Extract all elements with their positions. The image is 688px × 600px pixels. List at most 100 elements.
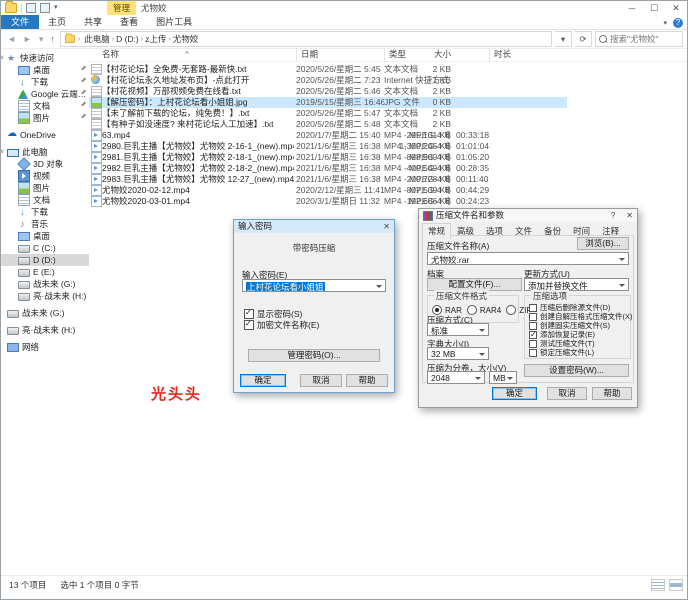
minimize-button[interactable]: ─	[621, 1, 643, 15]
sidebar-item[interactable]: 3D 对象	[1, 158, 89, 170]
file-size: 1 KB	[387, 75, 451, 86]
file-row[interactable]: 【村花视频】万部视频免费在线看.txt 2020/5/26/星期二 5:46 文…	[89, 86, 567, 97]
file-row[interactable]: 【未了解前下载的论坛，纯免费！】.txt 2020/5/26/星期二 5:47 …	[89, 108, 567, 119]
file-date: 2021/1/6/星期三 16:38	[296, 152, 384, 163]
sidebar-item[interactable]: 亮·战未来 (H:)	[1, 324, 89, 336]
maximize-button[interactable]: ☐	[643, 1, 665, 15]
ribbon-tab[interactable]: 图片工具	[147, 15, 201, 29]
dialog-button[interactable]: 取消	[300, 374, 342, 387]
refresh-icon[interactable]: ⟳	[575, 31, 592, 47]
items-count: 13 个项目	[9, 579, 46, 591]
search-box[interactable]: 搜索"尤物姣"	[595, 31, 683, 47]
sidebar-item[interactable]: C (C:)	[1, 242, 89, 254]
dialog-button[interactable]: 确定	[492, 387, 537, 400]
address-box[interactable]: › 此电脑›D (D:)›z上传›尤物姣›	[60, 31, 552, 47]
collapse-ribbon-chevron-icon[interactable]: ▾	[663, 19, 667, 27]
volume-size-input[interactable]: 2048	[427, 371, 485, 384]
volume-unit-select[interactable]: MB	[489, 371, 517, 384]
recent-locations-chevron-icon[interactable]: ▾	[37, 34, 46, 45]
new-folder-icon[interactable]	[40, 3, 50, 13]
drive-icon	[18, 257, 30, 265]
column-header-size[interactable]: 大小	[419, 48, 451, 61]
file-row[interactable]: 尤物姣2020-03-01.mp4 2020/3/1/星期日 11:32 MP4…	[89, 196, 567, 207]
properties-icon[interactable]	[26, 3, 36, 13]
manage-passwords-button[interactable]: 管理密码(O)...	[248, 349, 380, 362]
password-option-checkbox[interactable]: 显示密码(S)	[244, 308, 319, 319]
sidebar-item[interactable]: 桌面	[1, 230, 89, 242]
breadcrumb-item[interactable]: 此电脑	[82, 33, 112, 45]
file-row[interactable]: 63.mp4 2020/1/7/星期二 15:40 MP4 - MPEG-4 电…	[89, 130, 567, 141]
password-input[interactable]: 上村花论坛看小姐姐	[242, 279, 386, 292]
sidebar-item[interactable]: 亮·战未来 (H:)	[1, 290, 89, 302]
thumbnail-view-icon[interactable]	[669, 579, 683, 591]
back-icon[interactable]: ◄	[5, 34, 18, 44]
column-header-type[interactable]: 类型	[384, 48, 406, 61]
file-row[interactable]: 【有种子如没速度? 来村花论坛人工加速】.txt 2020/5/26/星期二 5…	[89, 119, 567, 130]
help-icon[interactable]: ?	[673, 18, 683, 28]
dialog-button[interactable]: 取消	[547, 387, 587, 400]
file-row[interactable]: 2983.巨乳主播【尤物姣】尤物姣 12-27_(new).mp4 2021/1…	[89, 174, 567, 185]
close-button[interactable]: ✕	[665, 1, 687, 15]
sidebar-item[interactable]: 网络	[1, 341, 89, 353]
dialog-button[interactable]: 确定	[240, 374, 286, 387]
sidebar-item[interactable]: 战未来 (G:)	[1, 307, 89, 319]
sidebar-item[interactable]: 下载	[1, 76, 89, 88]
ribbon-tab[interactable]: 查看	[111, 15, 147, 29]
ribbon-tab[interactable]: 共享	[75, 15, 111, 29]
file-row[interactable]: 尤物姣2020-02-12.mp4 2020/2/12/星期三 11:41 MP…	[89, 185, 567, 196]
sidebar-item-label: 下载	[31, 76, 48, 88]
sidebar-item[interactable]: 图片	[1, 182, 89, 194]
details-view-icon[interactable]	[651, 579, 665, 591]
file-row[interactable]: 2981.巨乳主播【尤物姣】尤物姣 2-18-1_(new).mp4 2021/…	[89, 152, 567, 163]
sidebar-item[interactable]: 图片	[1, 112, 89, 124]
column-header-name[interactable]: 名称	[102, 48, 119, 61]
sidebar-item[interactable]: 下载	[1, 206, 89, 218]
sidebar-item[interactable]: 文档	[1, 100, 89, 112]
option-checkbox[interactable]: 锁定压缩文件(L)	[529, 348, 630, 357]
sidebar-item[interactable]: Google 云端硬盘	[1, 88, 89, 100]
manage-contextual-tab[interactable]: 管理	[107, 1, 136, 15]
column-header-duration[interactable]: 时长	[489, 48, 511, 61]
dialog-close-icon[interactable]: ✕	[383, 220, 390, 233]
sidebar-item[interactable]: 桌面	[1, 64, 89, 76]
forward-icon[interactable]: ►	[21, 34, 34, 44]
address-dropdown-chevron-icon[interactable]: ▾	[555, 31, 572, 47]
breadcrumb-item[interactable]: 尤物姣	[171, 33, 201, 45]
sidebar-item[interactable]: 视频	[1, 170, 89, 182]
dialog-button[interactable]: 帮助	[592, 387, 632, 400]
sidebar-item[interactable]: 此电脑	[1, 146, 89, 158]
customize-qat-chevron-icon[interactable]: ▾	[54, 1, 58, 15]
column-header-date[interactable]: 日期	[296, 48, 318, 61]
set-password-button[interactable]: 设置密码(W)...	[524, 364, 629, 377]
dictionary-size-select[interactable]: 32 MB	[427, 347, 489, 360]
annotation-text: 光头头	[151, 383, 202, 404]
dialog-tab[interactable]: 常规	[422, 223, 451, 239]
sidebar-item[interactable]: 战未来 (G:)	[1, 278, 89, 290]
dialog-close-icon[interactable]: ✕	[626, 209, 633, 222]
file-row[interactable]: 【解压密码】：上村花论坛看小姐姐.jpg 2019/5/15/星期三 16:46…	[89, 97, 567, 108]
up-icon[interactable]: ↑	[48, 34, 57, 44]
browse-button[interactable]: 浏览(B)...	[577, 237, 629, 250]
breadcrumb-item[interactable]: D (D:)	[114, 34, 141, 44]
dialog-help-icon[interactable]: ?	[611, 209, 615, 222]
sidebar-item-label: 桌面	[33, 230, 50, 242]
sidebar-item[interactable]: 快速访问	[1, 52, 89, 64]
sidebar-item[interactable]: E (E:)	[1, 266, 89, 278]
compression-method-select[interactable]: 标准	[427, 323, 489, 336]
sidebar-item[interactable]: OneDrive	[1, 129, 89, 141]
sidebar-item[interactable]: 音乐	[1, 218, 89, 230]
file-row[interactable]: 【村花论坛】全免费-无套路-最新快.txt 2020/5/26/星期二 5:45…	[89, 64, 567, 75]
winrar-icon	[423, 211, 433, 221]
archive-name-input[interactable]: 尤物姣.rar	[427, 252, 629, 265]
sidebar-item[interactable]: D (D:)	[1, 254, 89, 266]
breadcrumb-item[interactable]: z上传	[143, 33, 168, 45]
ribbon-tab[interactable]: 文件	[1, 15, 39, 29]
video-icon	[18, 170, 30, 182]
file-row[interactable]: 2982.巨乳主播【尤物姣】尤物姣 2-18-2_(new).mp4 2021/…	[89, 163, 567, 174]
password-option-checkbox[interactable]: 加密文件名称(E)	[244, 319, 319, 330]
sidebar-item[interactable]: 文档	[1, 194, 89, 206]
file-row[interactable]: 【村花论坛永久地址发布页】-点此打开 2020/5/26/星期二 7:23 In…	[89, 75, 567, 86]
ribbon-tab[interactable]: 主页	[39, 15, 75, 29]
file-row[interactable]: 2980.巨乳主播【尤物姣】尤物姣 2-16-1_(new).mp4 2021/…	[89, 141, 567, 152]
dialog-button[interactable]: 帮助	[346, 374, 388, 387]
